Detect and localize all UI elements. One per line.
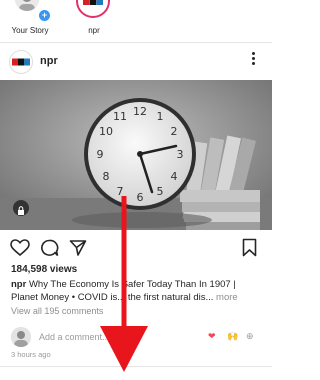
heart-emoji-icon[interactable]: ❤ [208,331,216,342]
more-link[interactable]: more [216,292,238,303]
comment-icon[interactable] [40,239,59,257]
story-label: npr [88,26,100,35]
divider [0,366,272,367]
add-emoji-icon[interactable]: ⊕ [246,331,254,342]
share-icon[interactable] [69,239,87,257]
add-story-icon[interactable]: + [37,8,52,23]
add-comment-row: Add a comment... ❤ 🙌 ⊕ [0,325,272,349]
post-username[interactable]: npr [40,55,58,67]
svg-text:1: 1 [157,110,164,123]
svg-text:12: 12 [133,105,147,118]
svg-text:10: 10 [99,125,113,138]
svg-text:9: 9 [97,148,104,161]
svg-text:7: 7 [117,185,124,198]
save-bookmark-icon[interactable] [242,238,257,257]
post-caption: npr Why The Economy Is Safer Today Than … [11,278,263,304]
post-actions [0,236,272,260]
caption-text: Why The Economy Is Safer Today Than In 1… [11,279,236,303]
caption-username[interactable]: npr [11,279,26,290]
raised-hands-emoji-icon[interactable]: 🙌 [227,331,238,342]
story-ring [76,0,110,18]
views-count: 184,598 views [11,264,78,275]
story-label: Your Story [11,26,49,35]
svg-text:5: 5 [157,185,164,198]
divider [0,42,272,43]
stories-row: + Your Story npr [0,0,272,40]
avatar [11,327,31,347]
svg-text:3: 3 [177,148,184,161]
svg-text:6: 6 [137,191,144,204]
npr-avatar-icon[interactable] [9,50,33,74]
add-comment-input[interactable]: Add a comment... [39,332,110,342]
post-image[interactable]: 12 1 2 3 4 5 6 7 8 9 10 11 [0,80,272,230]
avatar [15,0,39,11]
post-header: npr [0,46,272,78]
like-heart-icon[interactable] [10,239,30,257]
npr-logo-icon [81,0,105,13]
svg-text:11: 11 [113,110,127,123]
view-all-comments-link[interactable]: View all 195 comments [11,306,103,316]
svg-text:4: 4 [171,170,178,183]
more-options-icon[interactable] [252,52,256,68]
post-timestamp: 3 hours ago [11,350,51,359]
svg-text:2: 2 [171,125,178,138]
svg-text:8: 8 [103,170,110,183]
video-icon[interactable] [16,203,26,215]
